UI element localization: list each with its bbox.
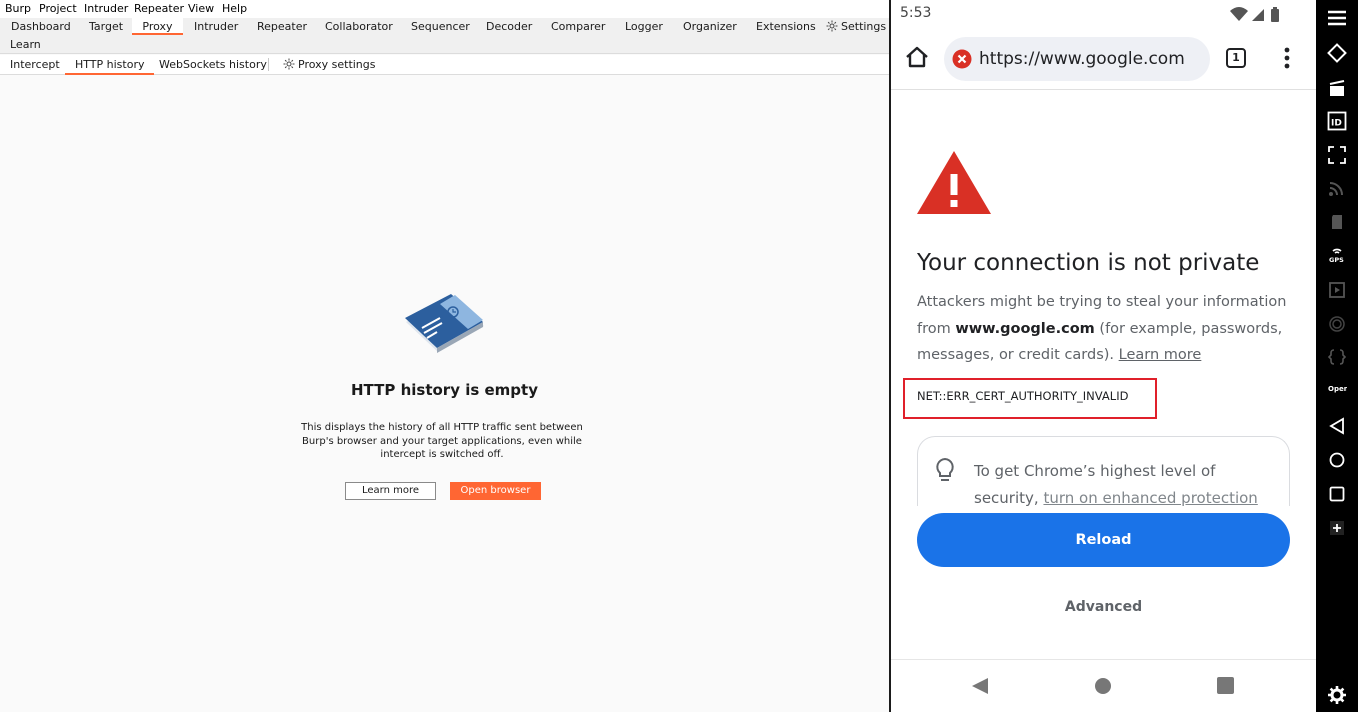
svg-text:ID: ID xyxy=(1331,119,1342,129)
learn-more-button[interactable]: Learn more xyxy=(345,482,436,500)
screen-record-icon[interactable] xyxy=(1327,78,1347,98)
subtab-separator xyxy=(268,58,269,71)
status-bar: 5:53 xyxy=(891,0,1316,28)
tab-decoder[interactable]: Decoder xyxy=(486,20,532,33)
tab-comparer[interactable]: Comparer xyxy=(551,20,605,33)
gps-icon[interactable]: GPS xyxy=(1327,245,1347,265)
reload-button[interactable]: Reload xyxy=(917,513,1290,567)
tab-settings-label: Settings xyxy=(841,20,887,33)
gear-icon xyxy=(283,58,295,70)
recents-icon[interactable] xyxy=(1217,677,1234,694)
tab-extensions[interactable]: Extensions xyxy=(756,20,816,33)
battery-icon xyxy=(1271,9,1279,22)
home-icon[interactable] xyxy=(905,46,929,68)
rotate-icon[interactable] xyxy=(1327,43,1347,63)
tab-organizer[interactable]: Organizer xyxy=(683,20,737,33)
network-icon[interactable] xyxy=(1327,178,1347,198)
tab-switcher-button[interactable]: 1 xyxy=(1226,48,1246,68)
signal-icon xyxy=(1252,9,1264,21)
burp-suite-window: Burp Project Intruder Repeater View Help… xyxy=(0,0,889,712)
back-icon[interactable] xyxy=(971,677,989,695)
id-icon[interactable]: ID xyxy=(1327,111,1347,131)
empty-state-description: This displays the history of all HTTP tr… xyxy=(301,422,583,460)
tab-settings[interactable]: Settings xyxy=(826,20,886,33)
opengapps-label: Open GAPPS xyxy=(1328,385,1347,393)
more-options-icon[interactable] xyxy=(1284,47,1290,69)
gps-label: GPS xyxy=(1329,256,1344,264)
recents-icon[interactable] xyxy=(1327,484,1347,504)
proxy-sub-tabs: Intercept HTTP history WebSockets histor… xyxy=(0,55,889,75)
advanced-button[interactable]: Advanced xyxy=(917,594,1290,620)
open-browser-button[interactable]: Open browser xyxy=(450,482,541,500)
subtab-proxy-settings-label: Proxy settings xyxy=(298,58,376,71)
tab-repeater[interactable]: Repeater xyxy=(257,20,307,33)
home-icon[interactable] xyxy=(1095,678,1111,694)
url-text[interactable]: https://www.google.com xyxy=(979,49,1185,69)
media-icon[interactable] xyxy=(1327,280,1347,300)
lightbulb-icon xyxy=(936,457,954,481)
burp-main-tabs: Dashboard Target Proxy Intruder Repeater… xyxy=(0,18,889,54)
home-icon[interactable] xyxy=(1327,450,1347,470)
enhanced-protection-text: To get Chrome’s highest level of securit… xyxy=(974,458,1284,506)
wifi-icon xyxy=(1230,7,1248,21)
subtab-proxy-settings[interactable]: Proxy settings xyxy=(283,58,376,71)
menu-intruder[interactable]: Intruder xyxy=(84,2,128,15)
tab-logger[interactable]: Logger xyxy=(625,20,663,33)
menu-icon[interactable] xyxy=(1327,8,1347,28)
status-time: 5:53 xyxy=(900,5,932,21)
empty-state-title: HTTP history is empty xyxy=(351,381,538,399)
resize-icon[interactable] xyxy=(1327,145,1347,165)
tab-dashboard[interactable]: Dashboard xyxy=(11,20,71,33)
subtab-websockets-history[interactable]: WebSockets history xyxy=(159,58,267,71)
tab-proxy[interactable]: Proxy xyxy=(132,18,183,35)
sd-card-icon[interactable] xyxy=(1327,212,1347,232)
error-domain: www.google.com xyxy=(955,320,1095,337)
enhanced-protection-link[interactable]: turn on enhanced protection xyxy=(1043,489,1257,506)
menu-project[interactable]: Project xyxy=(39,2,77,15)
add-icon[interactable] xyxy=(1327,518,1347,538)
settings-icon[interactable] xyxy=(1327,685,1347,705)
menu-repeater[interactable]: Repeater xyxy=(134,2,184,15)
tab-collaborator[interactable]: Collaborator xyxy=(325,20,393,33)
status-icons xyxy=(1230,6,1286,26)
subtab-intercept[interactable]: Intercept xyxy=(10,58,60,71)
menu-burp[interactable]: Burp xyxy=(5,2,31,15)
url-bar[interactable]: https://www.google.com xyxy=(944,37,1210,81)
android-emulator-screen: 5:53 https://www.google.com 1 Your conne… xyxy=(891,0,1316,712)
error-title: Your connection is not private xyxy=(917,250,1260,276)
error-description: Attackers might be trying to steal your … xyxy=(917,289,1289,369)
subtab-http-history[interactable]: HTTP history xyxy=(65,58,155,75)
tab-learn[interactable]: Learn xyxy=(10,38,41,51)
back-icon[interactable] xyxy=(1327,416,1347,436)
tab-target[interactable]: Target xyxy=(89,20,123,33)
burp-menubar: Burp Project Intruder Repeater View Help xyxy=(0,0,889,18)
learn-more-link[interactable]: Learn more xyxy=(1119,347,1202,363)
warning-icon xyxy=(917,151,991,214)
menu-help[interactable]: Help xyxy=(222,2,247,15)
tab-intruder[interactable]: Intruder xyxy=(194,20,238,33)
fingerprint-icon[interactable] xyxy=(1327,314,1347,334)
opengapps-icon[interactable]: Open GAPPS xyxy=(1327,382,1347,402)
tab-sequencer[interactable]: Sequencer xyxy=(411,20,470,33)
empty-history-illustration xyxy=(400,290,490,364)
chrome-toolbar: https://www.google.com 1 xyxy=(891,28,1316,90)
gear-icon xyxy=(826,20,838,32)
emulator-sidebar: ID GPS Open GAPPS xyxy=(1316,0,1358,712)
android-nav-bar xyxy=(891,659,1316,712)
not-secure-icon[interactable] xyxy=(952,49,972,69)
menu-view[interactable]: View xyxy=(188,2,214,15)
error-code: NET::ERR_CERT_AUTHORITY_INVALID xyxy=(917,389,1129,403)
enhanced-protection-card: To get Chrome’s highest level of securit… xyxy=(917,436,1290,506)
code-icon[interactable] xyxy=(1327,347,1347,367)
